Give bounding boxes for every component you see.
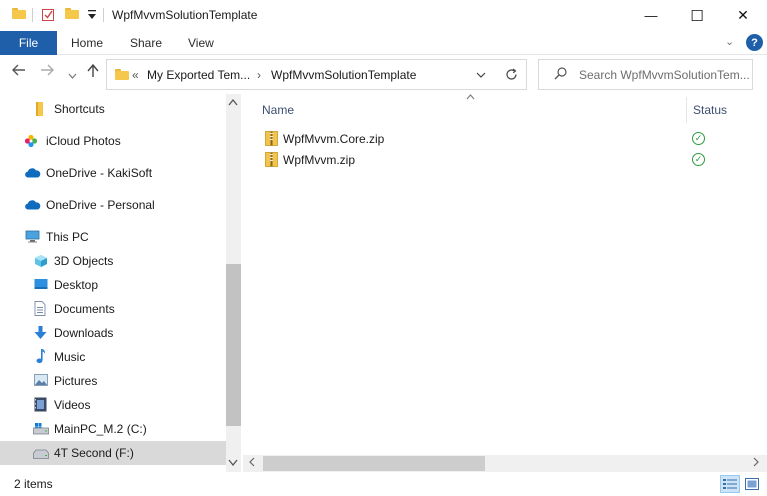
status-bar: 2 items [0,472,767,496]
large-icons-view-icon [745,478,759,490]
ribbon-tabs: File Home Share View ⌄ ? [0,31,767,55]
scroll-up-icon[interactable] [228,98,238,108]
customize-toolbar-icon[interactable] [88,10,96,20]
address-bar[interactable]: « My Exported Tem... › WpfMvvmSolutionTe… [106,59,527,90]
drive-icon [33,448,49,462]
nav-item-desktop[interactable]: Desktop [0,273,226,297]
nav-item-drive-f[interactable]: 4T Second (F:) [0,441,226,465]
breadcrumb-separator[interactable]: › [257,68,261,82]
search-placeholder: Search WpfMvvmSolutionTem... [579,68,750,82]
breadcrumb-item[interactable]: My Exported Tem... [147,68,250,82]
synced-icon: ✓ [692,132,705,145]
maximize-button[interactable]: ☐ [674,0,720,31]
chevron-down-icon[interactable]: ⌄ [725,35,734,48]
folder-icon [33,102,47,116]
documents-icon [34,301,48,316]
help-icon[interactable]: ? [746,34,763,51]
separator [103,8,104,22]
onedrive-icon [24,199,41,213]
search-icon [554,67,567,83]
scrollbar-thumb[interactable] [263,456,485,471]
nav-item-this-pc[interactable]: This PC [0,225,226,249]
videos-icon [34,397,48,412]
title-bar: WpfMvvmSolutionTemplate — ☐ ✕ [0,0,767,31]
desktop-icon [34,278,48,292]
3d-objects-icon [34,254,48,268]
large-icons-view-button[interactable] [742,475,762,493]
nav-item-onedrive-personal[interactable]: OneDrive - Personal [0,193,226,217]
nav-item-icloud-photos[interactable]: iCloud Photos [0,129,226,153]
zip-folder-icon [265,152,278,167]
nav-scrollbar[interactable] [226,94,241,472]
refresh-button[interactable] [496,59,527,90]
nav-item-onedrive-kakisoft[interactable]: OneDrive - KakiSoft [0,161,226,185]
up-arrow-icon[interactable] [87,63,99,82]
recent-locations-icon[interactable] [68,66,77,83]
onedrive-icon [24,167,41,181]
column-header-name[interactable]: Name [262,103,294,117]
column-header-status[interactable]: Status [693,103,727,117]
nav-item-3d-objects[interactable]: 3D Objects [0,249,226,273]
navigation-pane: Shortcuts iCloud Photos OneDrive - KakiS… [0,94,242,472]
tab-file[interactable]: File [0,31,57,55]
close-button[interactable]: ✕ [720,0,766,31]
separator [32,8,33,22]
file-name: WpfMvvm.zip [283,153,355,167]
file-row[interactable]: WpfMvvm.zip ✓ [262,150,722,170]
downloads-icon [34,326,48,340]
nav-item-shortcuts[interactable]: Shortcuts [0,97,226,121]
item-count: 2 items [14,477,53,491]
zip-folder-icon [265,131,278,146]
folder-icon [115,69,129,80]
refresh-icon [505,68,517,80]
tab-view[interactable]: View [188,36,214,50]
music-icon [35,349,49,364]
column-divider[interactable] [686,97,687,123]
this-pc-icon [25,230,40,244]
content-scrollbar[interactable] [243,455,767,472]
drive-c-icon [33,423,49,437]
nav-item-pictures[interactable]: Pictures [0,369,226,393]
minimize-button[interactable]: — [628,0,674,31]
search-input[interactable]: Search WpfMvvmSolutionTem... [538,59,753,90]
chevron-down-icon[interactable] [467,60,493,89]
icloud-photos-icon [24,134,38,148]
scrollbar-thumb[interactable] [226,264,241,426]
breadcrumb-item[interactable]: WpfMvvmSolutionTemplate [271,68,416,82]
scroll-down-icon[interactable] [228,458,238,468]
nav-item-music[interactable]: Music [0,345,226,369]
file-row[interactable]: WpfMvvm.Core.zip ✓ [262,129,722,149]
file-name: WpfMvvm.Core.zip [283,132,385,146]
breadcrumb-overflow[interactable]: « [132,68,139,82]
details-view-icon [723,479,737,489]
tab-share[interactable]: Share [130,36,162,50]
folder-icon[interactable] [12,8,26,19]
forward-arrow-icon[interactable] [40,63,54,80]
nav-item-downloads[interactable]: Downloads [0,321,226,345]
sort-ascending-icon [466,92,475,103]
tab-home[interactable]: Home [71,36,103,50]
synced-icon: ✓ [692,153,705,166]
scroll-left-icon[interactable] [249,457,255,470]
nav-item-documents[interactable]: Documents [0,297,226,321]
details-view-button[interactable] [720,475,740,493]
properties-icon[interactable] [42,8,55,21]
nav-item-drive-c[interactable]: MainPC_M.2 (C:) [0,417,226,441]
scroll-right-icon[interactable] [753,457,759,470]
pictures-icon [34,374,48,388]
window-title: WpfMvvmSolutionTemplate [112,8,258,22]
back-arrow-icon[interactable] [12,63,26,80]
new-folder-icon[interactable] [65,8,79,19]
nav-item-videos[interactable]: Videos [0,393,226,417]
